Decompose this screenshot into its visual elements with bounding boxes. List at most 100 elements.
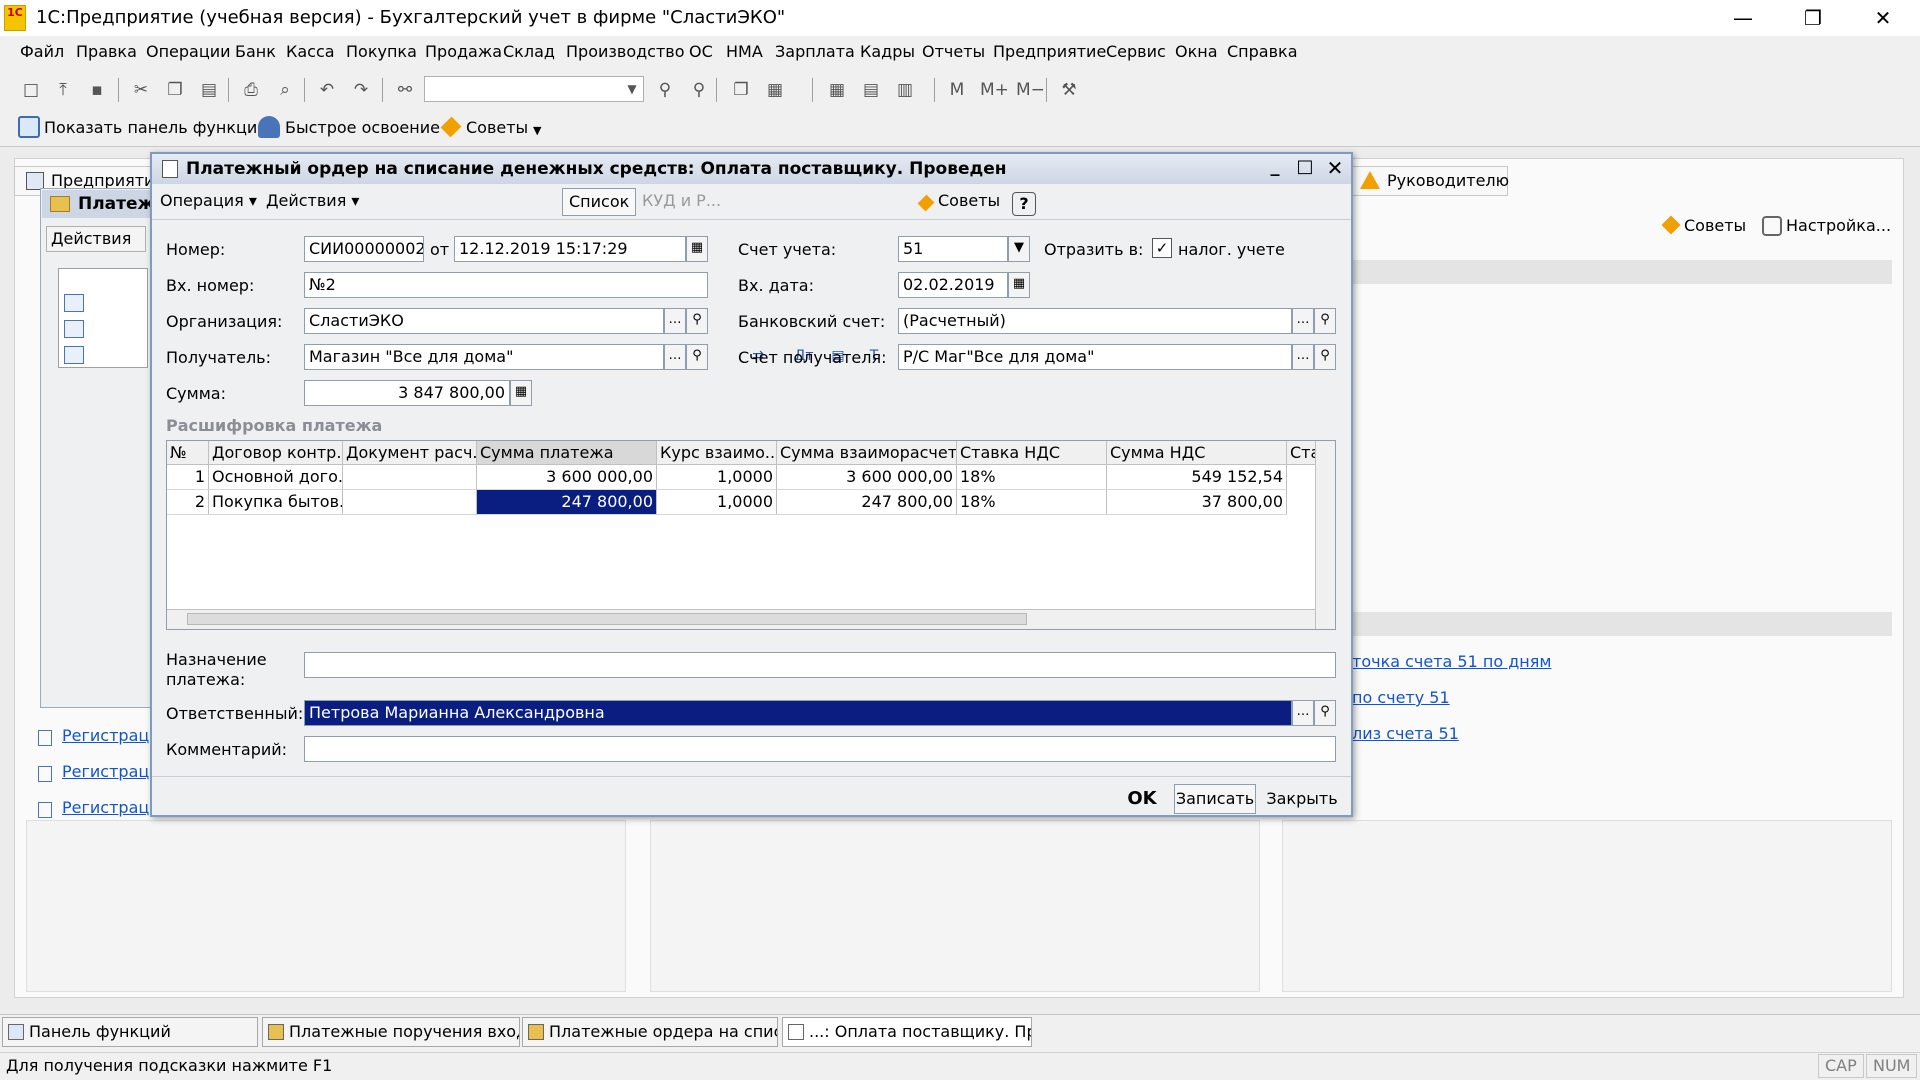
calendar-icon[interactable]: ▦ bbox=[686, 236, 708, 262]
vertical-scrollbar[interactable] bbox=[1315, 441, 1335, 629]
table-cell[interactable] bbox=[343, 490, 477, 515]
open-icon[interactable]: ⤒ bbox=[52, 79, 74, 101]
search-input[interactable] bbox=[424, 76, 644, 102]
undo-icon[interactable]: ↶ bbox=[316, 79, 338, 101]
organization-field[interactable]: СластиЭКО bbox=[304, 308, 664, 334]
select-ellipsis-button[interactable]: … bbox=[1292, 344, 1314, 370]
taskbar-item[interactable]: ...: Оплата поставщику. Пр... bbox=[782, 1017, 1032, 1047]
menu-item-9[interactable]: ОС bbox=[689, 42, 713, 61]
ok-button[interactable]: OK bbox=[1122, 784, 1162, 814]
actions-menu-button[interactable]: Действия ▾ bbox=[260, 188, 365, 216]
table-cell[interactable]: 247 800,00 bbox=[777, 490, 957, 515]
table-cell[interactable]: 247 800,00 bbox=[477, 490, 657, 515]
menu-item-13[interactable]: Отчеты bbox=[922, 42, 985, 61]
purpose-field[interactable] bbox=[304, 652, 1336, 678]
table-cell[interactable]: 37 800,00 bbox=[1107, 490, 1287, 515]
payment-breakdown-table[interactable]: № Договор контр... Документ расч... Сумма п… bbox=[166, 440, 1336, 630]
find-icon[interactable]: ⚯ bbox=[394, 79, 416, 101]
column-header[interactable]: Договор контр... bbox=[209, 441, 343, 465]
column-header[interactable]: Ста bbox=[1287, 441, 1317, 465]
column-header[interactable]: Сумма НДС bbox=[1107, 441, 1287, 465]
menu-item-10[interactable]: НМА bbox=[726, 42, 763, 61]
menu-item-3[interactable]: Банк bbox=[235, 42, 276, 61]
in-date-field[interactable]: 02.02.2019 bbox=[898, 272, 1008, 298]
column-header[interactable]: Курс взаимо... bbox=[657, 441, 777, 465]
in-number-field[interactable]: №2 bbox=[304, 272, 708, 298]
menu-item-17[interactable]: Справка bbox=[1227, 42, 1298, 61]
calculator-icon[interactable]: ▦ bbox=[510, 380, 532, 406]
table-icon[interactable]: ▦ bbox=[826, 79, 848, 101]
save-icon[interactable]: ▪ bbox=[86, 79, 108, 101]
taskbar-item[interactable]: Платежные поручения вход... bbox=[262, 1017, 520, 1047]
memory-m-icon[interactable]: M bbox=[946, 79, 968, 101]
print-icon[interactable]: ⎙ bbox=[240, 79, 262, 101]
search-icon[interactable]: ⚲ bbox=[686, 344, 708, 370]
column-header[interactable]: Документ расч... bbox=[343, 441, 477, 465]
menu-item-5[interactable]: Покупка bbox=[346, 42, 417, 61]
table-cell[interactable]: 3 600 000,00 bbox=[777, 465, 957, 490]
menu-item-1[interactable]: Правка bbox=[76, 42, 137, 61]
column-header[interactable]: Сумма платежа bbox=[477, 441, 657, 465]
menu-item-7[interactable]: Склад bbox=[503, 42, 555, 61]
list-button[interactable]: Список bbox=[562, 188, 637, 216]
table-cell[interactable]: 18% bbox=[957, 465, 1107, 490]
table-cell[interactable]: Покупка бытов... bbox=[209, 490, 343, 515]
minimize-button[interactable]: — bbox=[1708, 0, 1778, 36]
quick-start-button[interactable]: Быстрое освоение bbox=[285, 118, 440, 137]
menu-item-6[interactable]: Продажа bbox=[425, 42, 502, 61]
tools-icon[interactable]: ⚒ bbox=[1058, 79, 1080, 101]
copy-icon[interactable]: ❐ bbox=[164, 79, 186, 101]
comment-field[interactable] bbox=[304, 736, 1336, 762]
column-header[interactable]: Ставка НДС bbox=[957, 441, 1107, 465]
table-cell[interactable]: Основной дого... bbox=[209, 465, 343, 490]
bank-account-field[interactable]: (Расчетный) bbox=[898, 308, 1292, 334]
table-cell[interactable]: 549 152,54 bbox=[1107, 465, 1287, 490]
show-functions-panel-button[interactable]: Показать панель функций bbox=[44, 118, 268, 137]
registration-link-3[interactable]: Регистраци bbox=[62, 798, 160, 817]
registration-link-1[interactable]: Регистраци bbox=[62, 726, 160, 745]
calendar-icon[interactable]: ▥ bbox=[894, 79, 916, 101]
tax-accounting-checkbox[interactable]: ✓ bbox=[1152, 238, 1172, 258]
table-cell[interactable]: 1,0000 bbox=[657, 465, 777, 490]
sum-field[interactable]: 3 847 800,00 bbox=[304, 380, 510, 406]
select-ellipsis-button[interactable]: … bbox=[664, 308, 686, 334]
report-link-1[interactable]: точка счета 51 по дням bbox=[1352, 652, 1551, 671]
paste-icon[interactable]: ▤ bbox=[198, 79, 220, 101]
select-ellipsis-button[interactable]: … bbox=[1292, 700, 1314, 726]
account-field[interactable]: 51 bbox=[898, 236, 1008, 262]
menu-item-8[interactable]: Производство bbox=[566, 42, 685, 61]
menu-item-4[interactable]: Касса bbox=[286, 42, 335, 61]
close-button[interactable]: ✕ bbox=[1848, 0, 1918, 36]
table-cell[interactable] bbox=[343, 465, 477, 490]
number-field[interactable]: СИИ00000002 bbox=[304, 236, 424, 262]
date-field[interactable]: 12.12.2019 15:17:29 bbox=[454, 236, 686, 262]
modal-tips-button[interactable]: Советы bbox=[932, 188, 1006, 216]
print-preview-icon[interactable]: ⌕ bbox=[274, 79, 296, 101]
operation-menu-button[interactable]: Операция ▾ bbox=[154, 188, 263, 216]
column-header[interactable]: Сумма взаиморасчет... bbox=[777, 441, 957, 465]
taskbar-item[interactable]: Платежные ордера на спис... bbox=[522, 1017, 778, 1047]
menu-item-12[interactable]: Кадры bbox=[860, 42, 915, 61]
table-cell[interactable]: 18% bbox=[957, 490, 1107, 515]
recipient-account-field[interactable]: Р/С Маг"Все для дома" bbox=[898, 344, 1292, 370]
payments-actions-button[interactable]: Действия bbox=[46, 226, 146, 252]
kud-button[interactable]: КУД и Р... bbox=[636, 188, 727, 216]
menu-item-15[interactable]: Сервис bbox=[1106, 42, 1166, 61]
menu-item-0[interactable]: Файл bbox=[20, 42, 64, 61]
new-document-icon[interactable]: □ bbox=[20, 79, 42, 101]
select-ellipsis-button[interactable]: … bbox=[664, 344, 686, 370]
scrollbar-thumb[interactable] bbox=[187, 613, 1027, 625]
table-cell[interactable]: 3 600 000,00 bbox=[477, 465, 657, 490]
close-button[interactable]: ✕ bbox=[1322, 156, 1348, 182]
chevron-down-icon[interactable]: ▼ bbox=[1008, 236, 1030, 262]
settings-link[interactable]: Настройка... bbox=[1786, 216, 1891, 235]
search-icon[interactable]: ⚲ bbox=[1314, 344, 1336, 370]
chevron-down-icon[interactable]: ▼ bbox=[533, 124, 541, 137]
search-icon[interactable]: ⚲ bbox=[1314, 700, 1336, 726]
table-cell[interactable]: 1 bbox=[167, 465, 209, 490]
calculator-icon[interactable]: ▦ bbox=[764, 79, 786, 101]
tips-button[interactable]: Советы bbox=[466, 118, 528, 137]
table-cell[interactable]: 2 bbox=[167, 490, 209, 515]
report-link-2[interactable]: по счету 51 bbox=[1352, 688, 1450, 707]
registration-link-2[interactable]: Регистраци bbox=[62, 762, 160, 781]
